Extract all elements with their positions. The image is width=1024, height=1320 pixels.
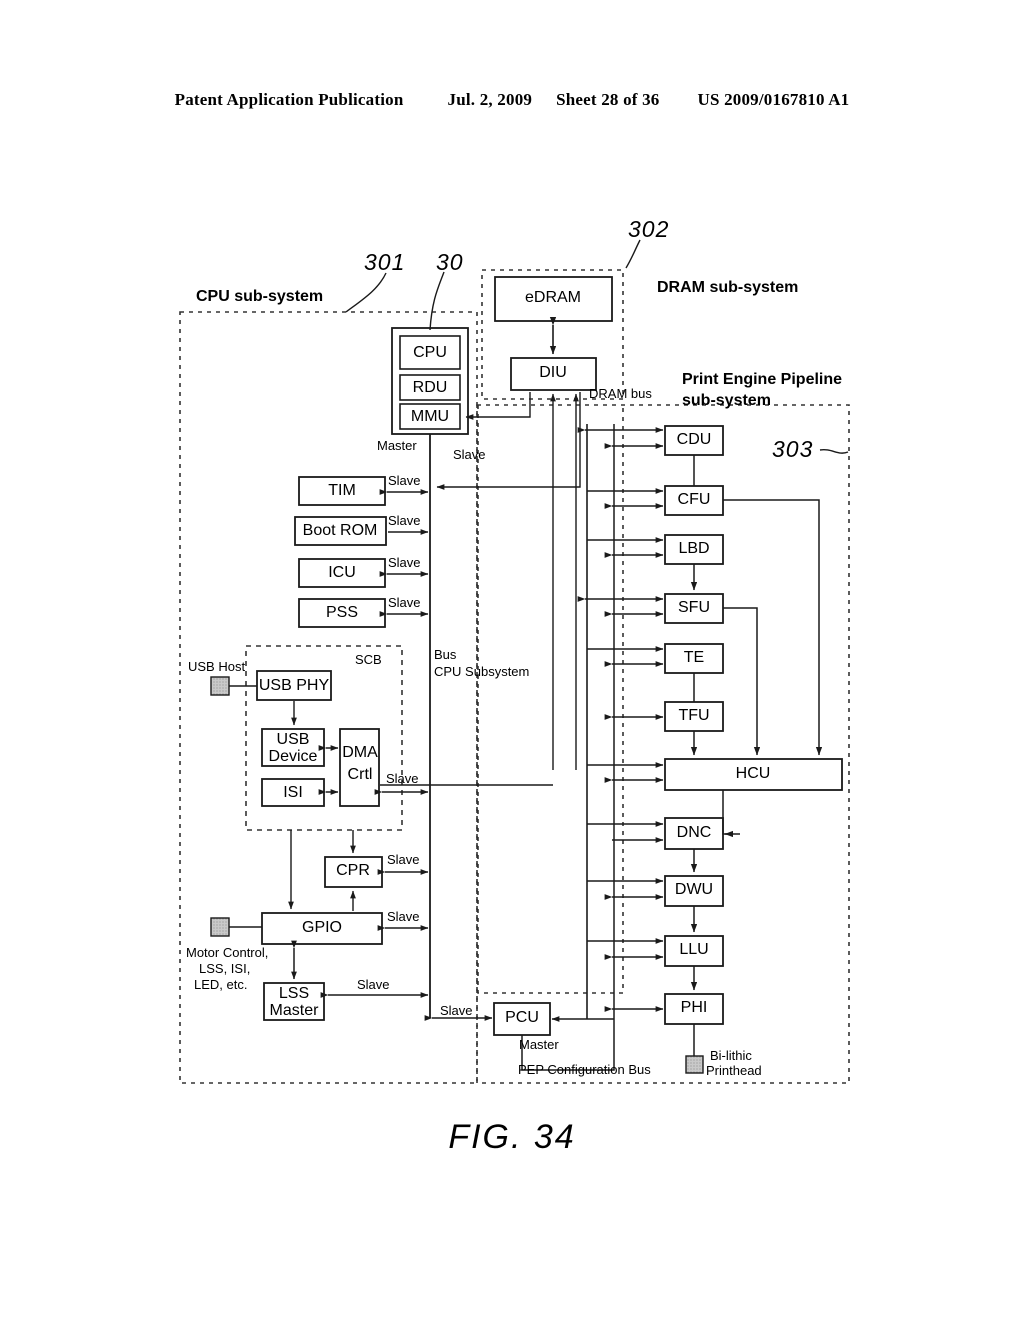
sfu-to-hcu [723,607,761,756]
label-icu: ICU [328,564,356,581]
label-cpr: CPR [336,862,370,879]
label-pep-subsystem-line1: Print Engine Pipeline [682,371,843,388]
label-motor-line2: LSS, ISI, [199,961,251,976]
usb-host-pad [210,676,230,696]
ref-30: 30 [436,249,464,275]
label-mmu: MMU [410,408,450,425]
label-cfu: CFU [677,491,711,508]
ref-303: 303 [772,436,814,462]
label-motor-line3: LED, etc. [194,977,248,992]
label-usb-device-line1: USB [276,731,310,748]
label-dnc: DNC [676,824,712,841]
label-cdu: CDU [676,431,712,448]
label-usb-host: USB Host [188,659,246,674]
label-cpu-subsystem: CPU sub-system [196,288,324,305]
label-dram-subsystem: DRAM sub-system [657,279,799,296]
label-bus-line2: CPU Subsystem [434,664,530,679]
patent-figure-page: Patent Application Publication Jul. 2, 20… [0,0,1024,1320]
label-printhead-line2: Printhead [706,1063,762,1078]
label-pep-config-bus: PEP Configuration Bus [518,1062,651,1077]
label-lss-line2: Master [269,1002,319,1019]
label-printhead-line1: Bi-lithic [710,1048,752,1063]
label-rdu: RDU [412,379,448,396]
label-hcu: HCU [735,765,771,782]
label-isi: ISI [283,784,303,801]
label-slave-icu: Slave [388,555,421,570]
label-llu: LLU [679,941,709,958]
leader-303 [819,448,849,454]
label-slave-lss: Slave [357,977,390,992]
label-dram-bus: DRAM bus [589,386,652,401]
label-slave-bootrom: Slave [388,513,421,528]
label-tim: TIM [328,482,356,499]
label-slave-cpu-top: Slave [453,447,486,462]
ref-301: 301 [364,249,406,275]
label-bus-line1: Bus [434,647,457,662]
label-boot-rom: Boot ROM [302,522,378,539]
label-phi: PHI [680,999,708,1016]
cpu-bus-dashed-divider [477,405,624,994]
ref-302: 302 [628,216,670,242]
label-master-pcu: Master [519,1037,559,1052]
label-master-cpu: Master [377,438,417,453]
printhead-pad [685,1055,704,1074]
label-diu: DIU [539,364,567,381]
label-sfu: SFU [678,599,710,616]
label-lss-line1: LSS [278,985,310,1002]
label-lbd: LBD [678,540,710,557]
cfu-to-hcu [723,499,823,756]
motor-control-pad [210,917,230,937]
label-dwu: DWU [674,881,714,898]
label-usb-device-line2: Device [268,748,318,765]
hcu-to-dnc [722,790,727,835]
leader-302 [625,239,641,269]
leader-301 [345,272,387,313]
leader-30 [429,271,445,331]
label-dma-line1: DMA [342,744,378,761]
label-edram: eDRAM [524,289,582,306]
label-slave-cpr: Slave [387,852,420,867]
label-slave-tim: Slave [388,473,421,488]
label-dma-line2: Crtl [347,766,373,783]
label-tfu: TFU [678,707,710,724]
pep-config-bus-path [521,424,615,1071]
label-te: TE [683,649,705,666]
label-slave-pcu: Slave [440,1003,473,1018]
label-cpu: CPU [413,344,447,361]
label-gpio: GPIO [301,919,343,936]
figure-caption: FIG. 34 [448,1118,576,1156]
label-scb: SCB [355,652,382,667]
label-slave-gpio: Slave [387,909,420,924]
label-usb-phy: USB PHY [258,677,330,694]
label-motor-line1: Motor Control, [186,945,269,960]
label-pss: PSS [325,604,359,621]
label-pep-subsystem-line2: sub-system [682,392,771,409]
label-pcu: PCU [505,1009,539,1026]
label-slave-dma: Slave [386,771,419,786]
label-slave-pss: Slave [388,595,421,610]
